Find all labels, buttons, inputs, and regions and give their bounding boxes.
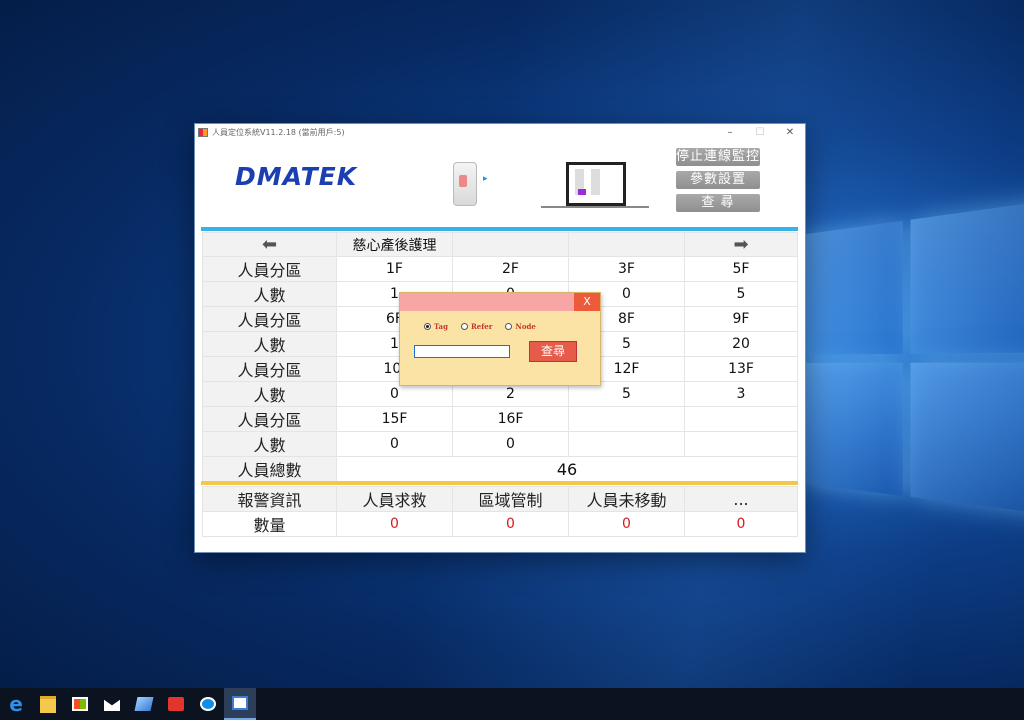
radio-unchecked-icon [505,323,513,330]
count-label: 數量 [202,511,337,537]
close-button[interactable]: ✕ [775,127,805,138]
row-label: 人數 [202,431,337,457]
count-cell: 0 [452,431,569,457]
zone-cell[interactable]: 5F [684,256,798,282]
anydesk-icon[interactable] [160,688,192,720]
row-label: 人員分區 [202,356,337,382]
alarm-header[interactable]: 人員求救 [336,486,453,512]
row-label: 人數 [202,281,337,307]
count-cell: 20 [684,331,798,357]
alarm-count: 0 [336,511,453,537]
stop-monitoring-button[interactable]: 停止連線監控 [676,148,760,166]
ward-slot [568,232,685,257]
search-type-radios: Tag Refer Node [424,322,536,331]
table-row: 數量 0 0 0 0 [202,511,798,537]
windows-logo-wallpaper [800,199,1024,531]
row-label: 人員分區 [202,406,337,432]
count-cell: 0 [336,431,453,457]
table-row: 人員總數 46 [202,456,798,482]
row-label: 人數 [202,381,337,407]
right-arrow-icon: ➡ [733,234,749,255]
radio-label: Node [515,322,536,331]
monitor-base-line [541,206,649,208]
dialog-title-bar[interactable]: X [400,293,600,311]
file-explorer-icon[interactable] [32,688,64,720]
alarm-header-more[interactable]: ... [684,486,798,512]
count-cell [684,431,798,457]
radio-checked-icon [424,323,431,330]
zone-cell[interactable]: 15F [336,406,453,432]
radio-refer[interactable]: Refer [460,322,493,331]
dialog-search-button[interactable]: 查尋 [529,341,577,362]
zone-cell[interactable]: 2F [452,256,569,282]
next-arrow-button[interactable]: ➡ [684,232,798,257]
yellow-separator [201,481,798,485]
radio-label: Refer [470,322,493,331]
count-cell: 5 [684,281,798,307]
dialog-close-button[interactable]: X [574,293,600,311]
app-icon[interactable] [128,688,160,720]
table-row: 人員分區 1F 2F 3F 5F [202,256,798,282]
mail-icon[interactable] [96,688,128,720]
teamviewer-icon[interactable] [192,688,224,720]
total-value: 46 [336,456,798,482]
radio-node[interactable]: Node [505,322,536,331]
app-title-icon [198,127,208,137]
total-label: 人員總數 [202,456,337,482]
row-label: 人數 [202,331,337,357]
alarm-table: 報警資訊 人員求救 區域管制 人員未移動 ... 數量 0 0 0 0 [202,486,798,537]
window-title: 人員定位系統V11.2.18 (當前用戶:5) [212,127,345,137]
edge-icon[interactable]: e [0,688,32,720]
count-cell: 3 [684,381,798,407]
table-row: 人員分區 15F 16F [202,406,798,432]
zone-cell[interactable]: 1F [336,256,453,282]
table-row: 報警資訊 人員求救 區域管制 人員未移動 ... [202,486,798,512]
maximize-button[interactable]: ☐ [745,127,775,138]
row-label: 人員分區 [202,306,337,332]
zone-cell [684,406,798,432]
monitor-icon [566,162,626,206]
alarm-count: 0 [568,511,685,537]
count-cell [568,431,685,457]
alarm-header[interactable]: 區域管制 [452,486,569,512]
blue-separator [201,227,798,231]
minimize-button[interactable]: – [715,127,745,138]
alarm-info-label: 報警資訊 [202,486,337,512]
prev-arrow-button[interactable]: ⬅ [202,232,337,257]
store-icon[interactable] [64,688,96,720]
zone-cell[interactable]: 13F [684,356,798,382]
left-arrow-icon: ⬅ [261,234,278,255]
row-label: 人員分區 [202,256,337,282]
table-row: 人數 0 0 [202,431,798,457]
search-input[interactable] [414,345,510,358]
dmatek-logo: DMATEK [235,162,358,191]
radio-tag[interactable]: Tag [424,322,448,331]
signal-icon: ▸ [483,174,488,184]
alarm-count: 0 [452,511,569,537]
radio-unchecked-icon [460,323,468,330]
taskbar: e [0,688,1024,720]
zone-cell[interactable]: 9F [684,306,798,332]
alarm-count: 0 [684,511,798,537]
alarm-header[interactable]: 人員未移動 [568,486,685,512]
radio-label: Tag [434,322,448,331]
ward-name[interactable]: 慈心產後護理 [336,232,453,257]
positioning-app-icon[interactable] [224,688,256,720]
parameter-settings-button[interactable]: 參數設置 [676,171,760,189]
tag-device-icon [453,162,477,206]
search-button[interactable]: 查 尋 [676,194,760,212]
zone-cell[interactable]: 3F [568,256,685,282]
title-bar[interactable]: 人員定位系統V11.2.18 (當前用戶:5) – ☐ ✕ [195,124,805,140]
zone-cell[interactable]: 16F [452,406,569,432]
zone-cell [568,406,685,432]
search-dialog: X Tag Refer Node 查尋 [399,292,601,386]
ward-slot [452,232,569,257]
